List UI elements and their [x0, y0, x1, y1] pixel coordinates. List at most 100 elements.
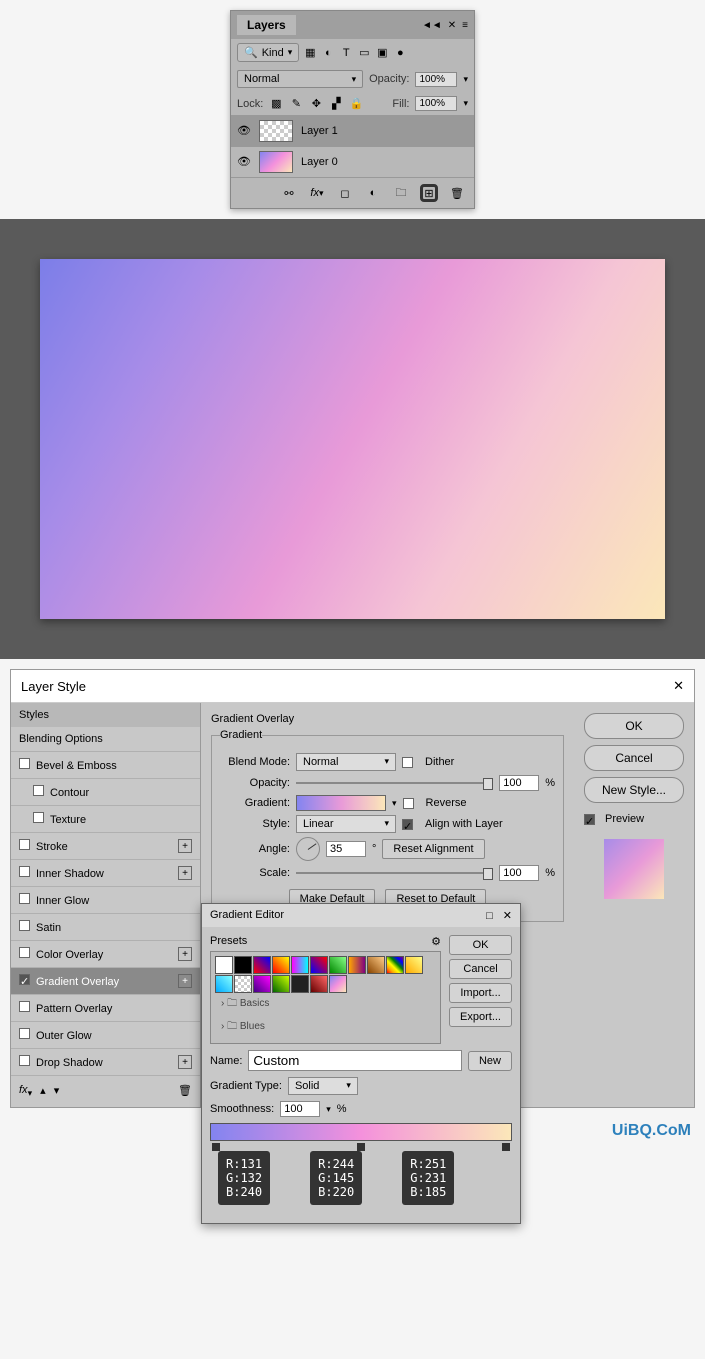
style-checkbox[interactable] — [19, 1055, 30, 1066]
preset-swatch[interactable] — [348, 956, 366, 974]
name-input[interactable] — [248, 1050, 462, 1071]
angle-input[interactable]: 35 — [326, 841, 366, 857]
style-item[interactable]: Texture — [11, 806, 200, 833]
kind-filter[interactable]: 🔍 Kind ▾ — [237, 43, 299, 62]
style-checkbox[interactable] — [19, 947, 30, 958]
chevron-down-icon[interactable]: ▾ — [326, 1104, 331, 1115]
close-icon[interactable]: ✕ — [448, 20, 456, 31]
layer-item[interactable]: 👁 Layer 0 — [231, 146, 474, 177]
fill-input[interactable]: 100% — [415, 96, 457, 111]
down-icon[interactable]: ▾ — [54, 1084, 60, 1099]
maximize-icon[interactable]: □ — [486, 910, 493, 922]
chevron-down-icon[interactable]: ▾ — [392, 798, 397, 809]
reset-alignment-button[interactable]: Reset Alignment — [382, 839, 484, 859]
preset-swatch[interactable] — [405, 956, 423, 974]
export-button[interactable]: Export... — [449, 1007, 512, 1027]
trash-icon[interactable]: 🗑 — [448, 184, 466, 202]
styles-header[interactable]: Styles — [11, 703, 200, 727]
blend-mode-select[interactable]: Normal ▾ — [237, 70, 363, 88]
style-item[interactable]: ✓Gradient Overlay+ — [11, 968, 200, 995]
color-stop[interactable] — [502, 1143, 510, 1151]
preset-swatch[interactable] — [234, 956, 252, 974]
layer-thumbnail[interactable] — [259, 151, 293, 173]
gradient-preview[interactable] — [296, 795, 386, 811]
style-item[interactable]: Inner Shadow+ — [11, 860, 200, 887]
opacity-slider[interactable] — [296, 782, 493, 784]
style-checkbox[interactable] — [19, 1001, 30, 1012]
style-item[interactable]: Contour — [11, 779, 200, 806]
preset-swatch[interactable] — [272, 956, 290, 974]
lock-transparent-icon[interactable]: ▩ — [269, 97, 283, 111]
close-icon[interactable]: ✕ — [503, 910, 512, 922]
visibility-icon[interactable]: 👁 — [237, 124, 251, 138]
style-checkbox[interactable] — [19, 866, 30, 877]
mask-icon[interactable]: ◻ — [336, 184, 354, 202]
preset-swatch[interactable] — [272, 975, 290, 993]
layers-tab[interactable]: Layers — [237, 15, 296, 35]
preset-swatch[interactable] — [386, 956, 404, 974]
adjustment-icon[interactable]: ◐ — [364, 184, 382, 202]
layer-name[interactable]: Layer 0 — [301, 156, 338, 168]
trash-icon[interactable]: 🗑 — [178, 1084, 192, 1099]
style-checkbox[interactable] — [19, 920, 30, 931]
dither-checkbox[interactable] — [402, 757, 413, 768]
scale-input[interactable]: 100 — [499, 865, 539, 881]
blend-mode-select[interactable]: Normal▾ — [296, 753, 396, 771]
chevron-down-icon[interactable]: ▾ — [463, 98, 468, 109]
preset-swatch[interactable] — [253, 975, 271, 993]
new-layer-icon[interactable]: ⊞ — [420, 184, 438, 202]
opacity-input[interactable]: 100 — [499, 775, 539, 791]
add-effect-icon[interactable]: + — [178, 974, 192, 988]
scale-slider[interactable] — [296, 872, 493, 874]
cancel-button[interactable]: Cancel — [449, 959, 512, 979]
filter-shape-icon[interactable]: ▭ — [357, 46, 371, 60]
group-icon[interactable]: 🗀 — [392, 184, 410, 202]
style-checkbox[interactable] — [33, 812, 44, 823]
close-icon[interactable]: ✕ — [673, 678, 684, 694]
blending-options[interactable]: Blending Options — [11, 727, 200, 752]
style-item[interactable]: Pattern Overlay — [11, 995, 200, 1022]
style-checkbox[interactable] — [19, 1028, 30, 1039]
layer-name[interactable]: Layer 1 — [301, 125, 338, 137]
import-button[interactable]: Import... — [449, 983, 512, 1003]
preview-checkbox[interactable]: ✓ — [584, 814, 595, 825]
preset-swatch[interactable] — [215, 975, 233, 993]
preset-folder[interactable]: › 🗀 Basics — [215, 993, 436, 1016]
add-effect-icon[interactable]: + — [178, 839, 192, 853]
style-item[interactable]: Inner Glow — [11, 887, 200, 914]
add-effect-icon[interactable]: + — [178, 866, 192, 880]
style-item[interactable]: Color Overlay+ — [11, 941, 200, 968]
style-item[interactable]: Stroke+ — [11, 833, 200, 860]
preset-folder[interactable]: › 🗀 Blues — [215, 1016, 436, 1039]
filter-toggle-icon[interactable]: ● — [393, 46, 407, 60]
preset-swatch[interactable] — [234, 975, 252, 993]
preset-swatch[interactable] — [291, 956, 309, 974]
lock-position-icon[interactable]: ✥ — [309, 97, 323, 111]
ok-button[interactable]: OK — [584, 713, 684, 739]
layer-thumbnail[interactable] — [259, 120, 293, 142]
angle-dial[interactable] — [296, 837, 320, 861]
preset-swatch[interactable] — [310, 975, 328, 993]
add-effect-icon[interactable]: + — [178, 947, 192, 961]
preset-swatch[interactable] — [253, 956, 271, 974]
filter-smart-icon[interactable]: ▣ — [375, 46, 389, 60]
lock-image-icon[interactable]: ✎ — [289, 97, 303, 111]
preset-swatch[interactable] — [215, 956, 233, 974]
preset-swatch[interactable] — [329, 956, 347, 974]
style-checkbox[interactable] — [19, 839, 30, 850]
collapse-icon[interactable]: ◄◄ — [422, 20, 442, 31]
visibility-icon[interactable]: 👁 — [237, 155, 251, 169]
new-style-button[interactable]: New Style... — [584, 777, 684, 803]
style-item[interactable]: Bevel & Emboss — [11, 752, 200, 779]
opacity-input[interactable]: 100% — [415, 72, 457, 87]
preset-swatch[interactable] — [329, 975, 347, 993]
up-icon[interactable]: ▴ — [40, 1084, 46, 1099]
align-checkbox[interactable]: ✓ — [402, 819, 413, 830]
ok-button[interactable]: OK — [449, 935, 512, 955]
type-select[interactable]: Solid▾ — [288, 1077, 358, 1095]
preset-swatch[interactable] — [310, 956, 328, 974]
style-checkbox[interactable] — [33, 785, 44, 796]
new-button[interactable]: New — [468, 1051, 512, 1071]
menu-icon[interactable]: ≡ — [462, 20, 468, 31]
style-checkbox[interactable]: ✓ — [19, 974, 30, 985]
